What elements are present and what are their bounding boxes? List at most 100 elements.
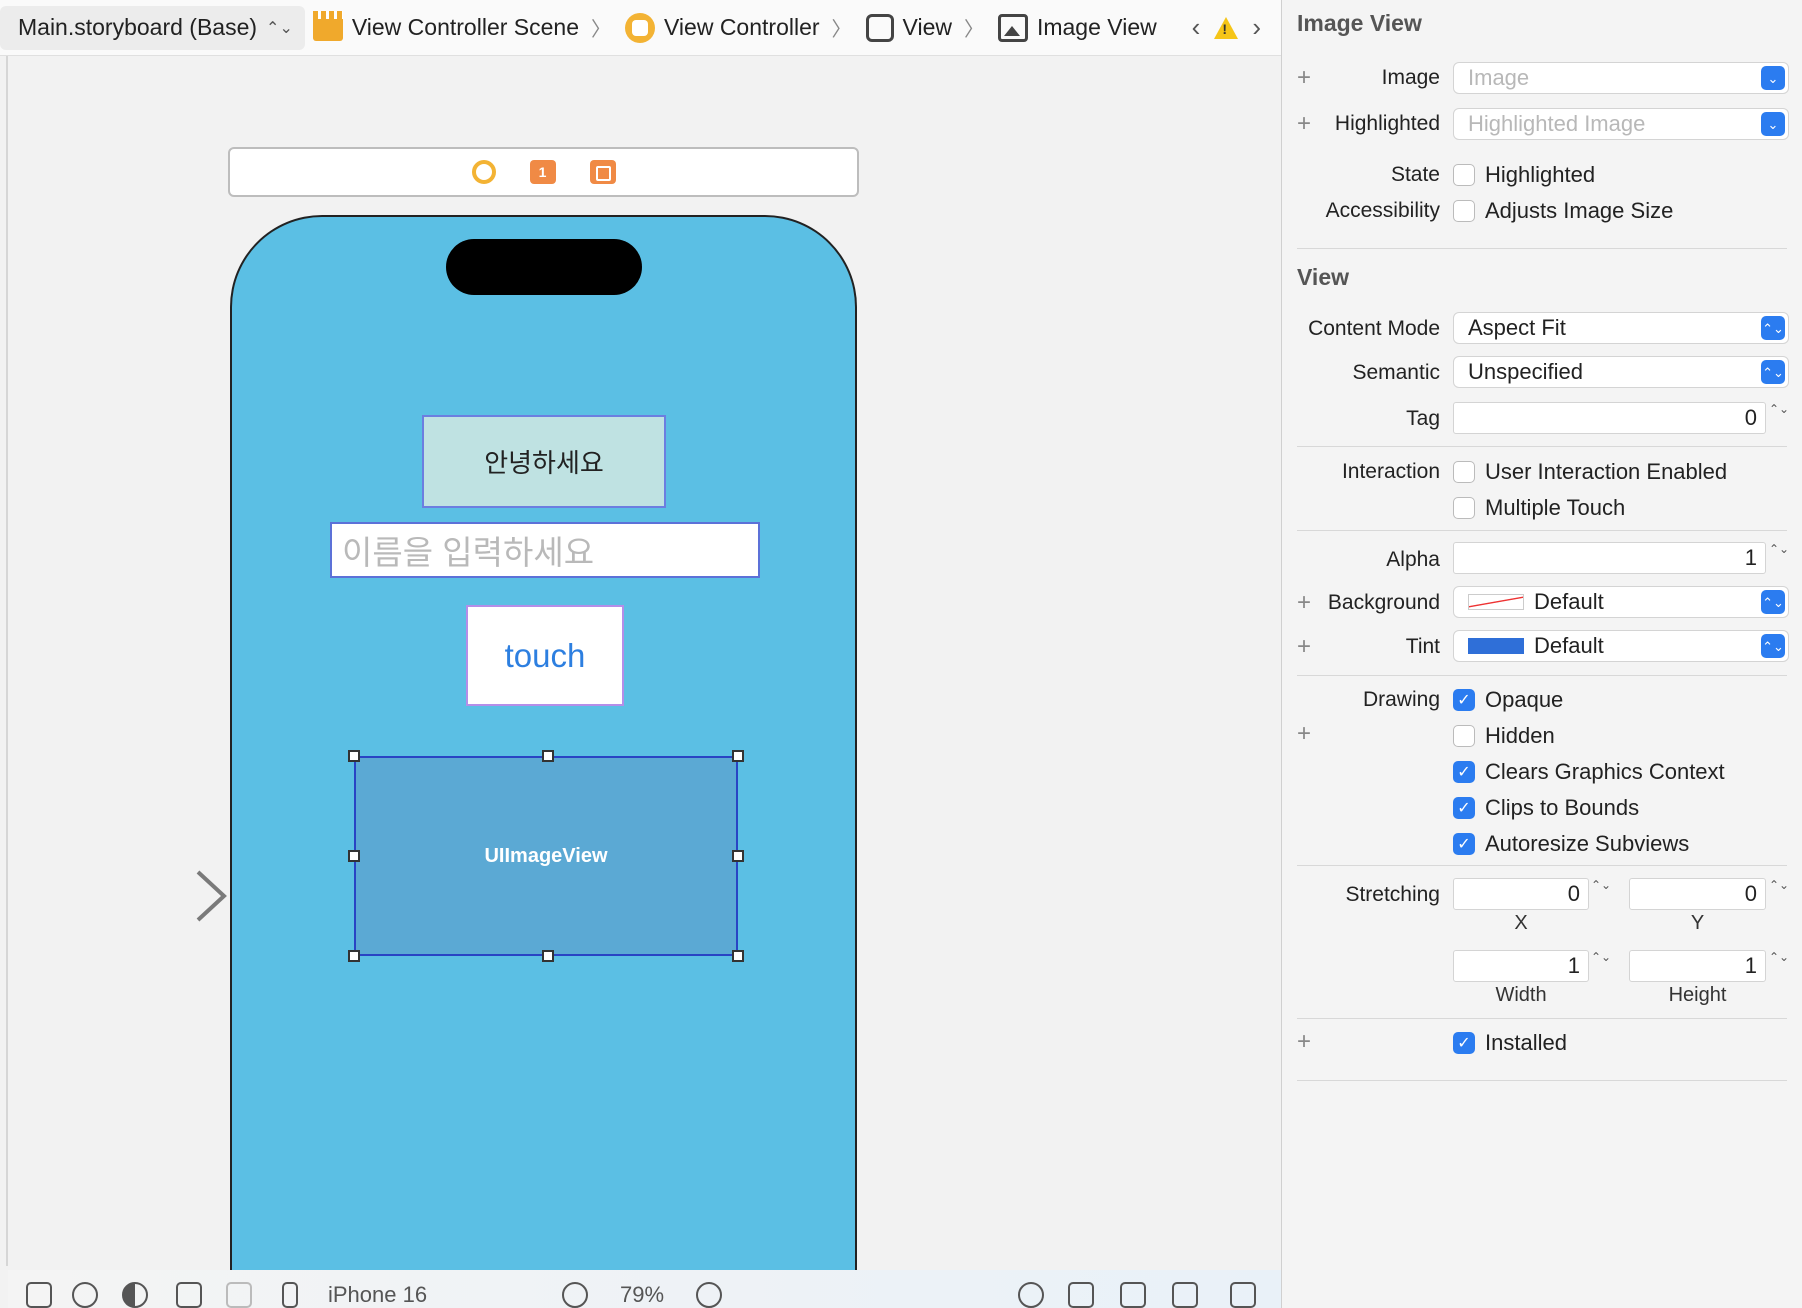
semantic-popup[interactable]: Unspecified ⌃⌄: [1453, 356, 1789, 388]
checkbox-box: [1453, 725, 1475, 747]
add-variation-icon[interactable]: +: [1294, 720, 1314, 748]
resize-handle-top-left[interactable]: [348, 750, 360, 762]
checkbox-box: [1453, 164, 1475, 186]
canvas-bottom-bar: iPhone 16 79%: [8, 1270, 1281, 1308]
resize-handle-top[interactable]: [542, 750, 554, 762]
tag-field[interactable]: 0: [1453, 402, 1766, 434]
add-constraints-icon[interactable]: [1120, 1282, 1146, 1308]
accessibility-icon[interactable]: [72, 1282, 98, 1308]
resize-handle-top-right[interactable]: [732, 750, 744, 762]
resize-handle-bottom-right[interactable]: [732, 950, 744, 962]
stretching-label: Stretching: [1345, 883, 1440, 906]
divider: [1297, 1018, 1787, 1019]
storyboard-canvas[interactable]: Main.storyboard (Base) ⌃⌄ View Controlle…: [0, 0, 1281, 1308]
divider: [1297, 675, 1787, 676]
tag-value: 0: [1744, 405, 1757, 430]
user-interaction-enabled-checkbox[interactable]: User Interaction Enabled: [1453, 459, 1727, 485]
add-variation-icon[interactable]: +: [1294, 589, 1314, 617]
breadcrumb-separator-icon: 〉: [831, 19, 852, 41]
content-mode-value: Aspect Fit: [1468, 315, 1566, 340]
stretch-width-caption: Width: [1495, 984, 1547, 1006]
checkbox-label: Adjusts Image Size: [1485, 198, 1674, 223]
state-highlighted-checkbox[interactable]: Highlighted: [1453, 162, 1595, 188]
resize-handle-bottom-left[interactable]: [348, 950, 360, 962]
view-controller-icon[interactable]: [471, 160, 496, 184]
scene-dock: 1: [228, 147, 859, 197]
crumb-image-view[interactable]: Image View: [990, 13, 1157, 42]
scene-icon: [312, 10, 343, 41]
semantic-value: Unspecified: [1468, 359, 1583, 384]
stretch-x-field[interactable]: 0: [1453, 878, 1589, 910]
crumb-view-controller[interactable]: View Controller: [617, 12, 820, 43]
stretch-height-stepper-icon[interactable]: ⌃⌄: [1769, 950, 1789, 982]
crumb-label: View Controller Scene: [351, 14, 579, 40]
layout-icon[interactable]: [226, 1282, 252, 1308]
multiple-touch-checkbox[interactable]: Multiple Touch: [1453, 495, 1625, 521]
add-variation-icon[interactable]: +: [1294, 1028, 1314, 1056]
warning-icon[interactable]: !: [1214, 16, 1239, 39]
first-responder-icon[interactable]: 1: [529, 160, 556, 184]
embed-in-icon[interactable]: [1230, 1282, 1256, 1308]
crumb-label: View: [902, 14, 952, 40]
image-view[interactable]: UIImageView: [348, 750, 744, 962]
alpha-field[interactable]: 1: [1453, 542, 1766, 574]
crumb-scene[interactable]: View Controller Scene: [305, 10, 579, 41]
highlighted-image-popup[interactable]: Highlighted Image ⌄: [1453, 108, 1789, 140]
add-variation-icon[interactable]: +: [1294, 633, 1314, 661]
stretch-width-field[interactable]: 1: [1453, 950, 1589, 982]
zoom-in-icon[interactable]: [696, 1282, 722, 1308]
checkbox-label: User Interaction Enabled: [1485, 459, 1728, 484]
chevron-right-icon[interactable]: ›: [1252, 12, 1261, 43]
touch-button[interactable]: touch: [466, 605, 624, 706]
update-frames-icon[interactable]: [1018, 1282, 1044, 1308]
content-mode-popup[interactable]: Aspect Fit ⌃⌄: [1453, 312, 1789, 344]
adjusts-image-size-checkbox[interactable]: Adjusts Image Size: [1453, 198, 1673, 224]
device-name[interactable]: iPhone 16: [328, 1282, 427, 1308]
image-placeholder: Image: [1468, 65, 1530, 90]
appearance-icon[interactable]: [122, 1282, 148, 1308]
device-icon[interactable]: [282, 1282, 298, 1308]
stretch-y-stepper-icon[interactable]: ⌃⌄: [1769, 878, 1789, 910]
stretch-height-field[interactable]: 1: [1629, 950, 1766, 982]
autoresize-subviews-checkbox[interactable]: ✓ Autoresize Subviews: [1453, 831, 1689, 857]
installed-checkbox[interactable]: ✓ Installed: [1453, 1030, 1567, 1056]
entry-point-arrow-icon[interactable]: [70, 866, 230, 926]
resize-handle-right[interactable]: [732, 850, 744, 862]
crumb-view[interactable]: View: [858, 13, 952, 42]
clips-to-bounds-checkbox[interactable]: ✓ Clips to Bounds: [1453, 795, 1639, 821]
tag-stepper-icon[interactable]: ⌃⌄: [1769, 402, 1789, 434]
chevron-left-icon[interactable]: ‹: [1192, 12, 1201, 43]
resize-handle-left[interactable]: [348, 850, 360, 862]
sidebar-toggle-icon[interactable]: [26, 1282, 52, 1308]
align-icon[interactable]: [1068, 1282, 1094, 1308]
zoom-out-icon[interactable]: [562, 1282, 588, 1308]
hidden-checkbox[interactable]: Hidden: [1453, 723, 1555, 749]
alpha-stepper-icon[interactable]: ⌃⌄: [1769, 542, 1789, 574]
stretch-y-field[interactable]: 0: [1629, 878, 1766, 910]
background-popup[interactable]: Default ⌃⌄: [1453, 586, 1789, 618]
stretch-x-value: 0: [1567, 881, 1580, 906]
clears-graphics-context-checkbox[interactable]: ✓ Clears Graphics Context: [1453, 759, 1725, 785]
tint-popup[interactable]: Default ⌃⌄: [1453, 630, 1789, 662]
stretch-x-stepper-icon[interactable]: ⌃⌄: [1591, 878, 1611, 910]
checkbox-checked: ✓: [1453, 761, 1475, 783]
divider: [1297, 530, 1787, 531]
divider: [1297, 446, 1787, 447]
add-variation-icon[interactable]: +: [1294, 110, 1314, 138]
image-popup[interactable]: Image ⌄: [1453, 62, 1789, 94]
breadcrumb-separator-icon: 〉: [591, 19, 611, 41]
opaque-checkbox[interactable]: ✓ Opaque: [1453, 687, 1563, 713]
add-variation-icon[interactable]: +: [1294, 64, 1314, 92]
resolve-issues-icon[interactable]: [1172, 1282, 1198, 1308]
zoom-level[interactable]: 79%: [620, 1282, 664, 1308]
stretch-width-stepper-icon[interactable]: ⌃⌄: [1591, 950, 1611, 982]
resize-handle-bottom[interactable]: [542, 950, 554, 962]
orientation-icon[interactable]: [176, 1282, 202, 1308]
exit-icon[interactable]: [589, 160, 616, 184]
iphone-frame[interactable]: 안녕하세요 이름을 입력하세요 touch UIImageView: [230, 215, 857, 1275]
name-text-field[interactable]: 이름을 입력하세요: [330, 522, 760, 578]
hello-label[interactable]: 안녕하세요: [422, 415, 666, 508]
crumb-storyboard[interactable]: Main.storyboard (Base) ⌃⌄: [0, 5, 305, 50]
semantic-label: Semantic: [1352, 361, 1440, 384]
checkbox-checked: ✓: [1453, 1032, 1475, 1054]
